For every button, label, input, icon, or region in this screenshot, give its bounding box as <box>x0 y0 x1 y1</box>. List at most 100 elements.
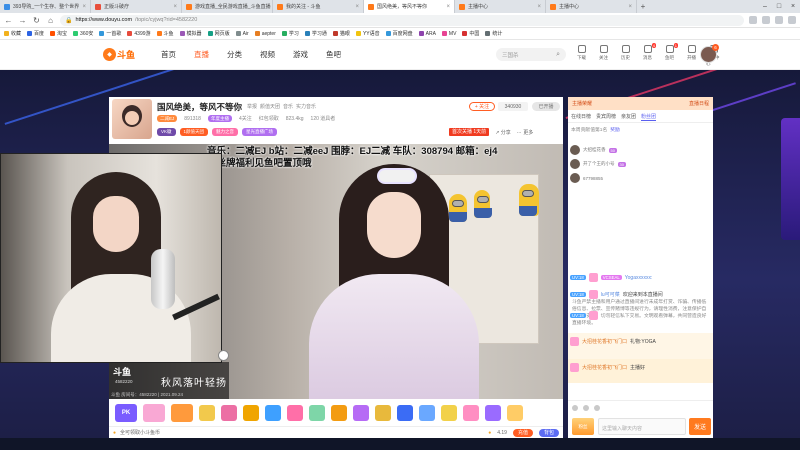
chat-message[interactable]: 大招桂花香初飞门口 礼物:YOGA <box>570 337 711 346</box>
emoji-icon[interactable] <box>572 405 578 411</box>
search-icon[interactable]: ⌕ <box>556 51 560 59</box>
bookmark-item[interactable]: aepter <box>254 31 276 37</box>
tab-close-icon[interactable]: × <box>173 4 177 10</box>
gift-item[interactable]: PK <box>115 403 137 422</box>
gift-item[interactable] <box>287 404 303 421</box>
tab-close-icon[interactable]: × <box>355 4 359 10</box>
close-window-icon[interactable]: × <box>786 0 800 13</box>
chat-tab[interactable]: 亲友团 <box>621 113 636 120</box>
chat-username[interactable]: lu可可菜 <box>601 291 620 298</box>
chat-input[interactable]: 这里输入聊天内容 <box>598 418 686 435</box>
room-tag[interactable]: 星光直播广场 <box>242 128 278 136</box>
bookmark-item[interactable]: 斗鱼 <box>156 30 174 37</box>
rank-tag[interactable]: 首次关播 1天前 <box>449 128 490 136</box>
forward-icon[interactable]: → <box>18 16 27 25</box>
nav-item[interactable]: 鱼吧 <box>326 49 341 60</box>
bookmark-item[interactable]: ARA <box>418 31 436 37</box>
gift-item[interactable] <box>419 404 435 421</box>
header-icon-button[interactable]: 开播 <box>684 45 699 67</box>
vip-entry[interactable]: 开了个王的小号 30 <box>570 157 711 171</box>
browser-tab-active[interactable]: 国风绝美，等风不等你 × <box>364 0 455 13</box>
minimize-icon[interactable]: – <box>758 0 772 13</box>
chat-username[interactable]: 大招桂花香初飞门口 <box>582 364 627 371</box>
bookmark-item[interactable]: 360安 <box>73 30 93 37</box>
gift-item[interactable] <box>221 404 237 421</box>
chat-username[interactable]: Yogaxxxxxx: <box>625 275 653 281</box>
gift-item[interactable] <box>171 403 193 422</box>
maximize-icon[interactable]: □ <box>772 0 786 13</box>
gift-item[interactable] <box>243 404 259 421</box>
bookmark-item[interactable]: MV <box>441 31 456 37</box>
header-icon-button[interactable]: 历史 <box>618 45 633 67</box>
header-icon-button[interactable]: 消息 4 <box>640 43 656 67</box>
header-icon-button[interactable]: 关注 <box>596 45 611 67</box>
schedule-link[interactable]: 直播日程 <box>689 100 709 107</box>
gift-item[interactable] <box>485 404 501 421</box>
tab-close-icon[interactable]: × <box>537 4 541 10</box>
settings-icon[interactable] <box>594 405 600 411</box>
bookmark-item[interactable]: 收藏 <box>4 30 21 37</box>
chat-message[interactable]: 大招桂花香初飞门口 主播好 <box>570 363 711 372</box>
charge-button[interactable]: 充值 <box>512 428 533 437</box>
browser-tab[interactable]: 393导购_一个生存、整个世界 × <box>0 0 91 13</box>
search-input[interactable]: 三国杀 ⌕ <box>496 48 566 61</box>
bullet-style-icon[interactable] <box>583 405 589 411</box>
gift-item[interactable] <box>331 404 347 421</box>
home-icon[interactable]: ⌂ <box>46 16 55 25</box>
nav-item[interactable]: 直播 <box>194 49 209 60</box>
nav-item[interactable]: 分类 <box>227 49 242 60</box>
bookmark-item[interactable]: 百度网盘 <box>385 30 413 37</box>
bookmark-item[interactable]: 学习 <box>281 30 299 37</box>
browser-tab[interactable]: 主播中心 × <box>455 0 546 13</box>
tab-close-icon[interactable]: × <box>446 4 450 10</box>
header-icon-button[interactable]: 鱼吧 1 <box>662 43 678 67</box>
bookmark-item[interactable]: 百度 <box>27 30 44 37</box>
nav-item[interactable]: 视频 <box>260 49 275 60</box>
anchor-avatar[interactable] <box>112 99 152 139</box>
pip-toggle-button[interactable] <box>218 350 229 361</box>
chat-tab[interactable]: 粉丝团 <box>641 113 657 121</box>
back-icon[interactable]: ← <box>4 16 13 25</box>
bookmark-item[interactable]: YY语音 <box>355 30 380 37</box>
chat-message[interactable]: UV:18 <box>570 311 711 320</box>
follow-button[interactable]: + 关注 <box>469 102 495 111</box>
gift-item[interactable] <box>441 404 457 421</box>
bookmark-item[interactable]: 猫眼 <box>332 30 350 37</box>
gift-item[interactable] <box>265 404 281 421</box>
room-tag[interactable]: 1颜值天团 <box>179 128 209 136</box>
browser-tab[interactable]: 主播中心 × <box>546 0 637 13</box>
extension-icon[interactable] <box>762 16 770 24</box>
gift-item[interactable] <box>353 404 369 421</box>
bookmark-item[interactable]: 一首歌 <box>99 30 121 37</box>
bookmark-item[interactable]: 统计 <box>485 30 502 37</box>
vip-entry[interactable]: 67798855 <box>570 171 711 185</box>
nav-item[interactable]: 首页 <box>161 49 176 60</box>
extension-icon[interactable] <box>749 16 757 24</box>
site-logo[interactable]: ◆ 斗鱼 <box>103 47 139 61</box>
nav-item[interactable]: 游戏 <box>293 49 308 60</box>
browser-tab[interactable]: 游戏直播_全民游戏直播_斗鱼直播× <box>182 0 273 13</box>
tab-close-icon[interactable]: × <box>82 4 86 10</box>
bookmark-item[interactable]: 网页版 <box>207 30 230 37</box>
bookmark-item[interactable]: 淘宝 <box>50 30 67 37</box>
gift-item[interactable] <box>309 404 325 421</box>
send-button[interactable]: 发送 <box>689 418 711 435</box>
header-icon-button[interactable]: 下载 <box>574 45 589 67</box>
pip-camera-overlay[interactable] <box>0 153 222 363</box>
bookmark-item[interactable]: 中国 <box>462 30 479 37</box>
chat-message[interactable]: UV:18 lu可可菜 欢迎来到本直播间 <box>570 290 711 299</box>
gift-item[interactable] <box>463 404 479 421</box>
room-tag[interactable]: VK徽 <box>157 128 176 136</box>
bookmark-item[interactable]: 学习通 <box>304 30 327 37</box>
chat-username[interactable]: 大招桂花香初飞门口 <box>582 338 627 345</box>
chat-message[interactable]: UV:18 VCSEAL Yogaxxxxxx: <box>570 273 711 282</box>
extension-icon[interactable] <box>775 16 783 24</box>
url-field[interactable]: 🔒 https://www.douyu.com/topic/cyjwq?rid=… <box>60 14 744 26</box>
gift-item[interactable] <box>375 404 391 421</box>
gift-item[interactable] <box>507 404 523 421</box>
reload-icon[interactable]: ↻ <box>32 16 41 25</box>
new-tab-button[interactable]: + <box>637 0 649 13</box>
backpack-button[interactable]: 背包 <box>538 428 559 437</box>
anchor-honor-link[interactable]: 主播荣耀 <box>572 100 592 107</box>
bookmark-item[interactable]: 4399游 <box>127 30 151 37</box>
